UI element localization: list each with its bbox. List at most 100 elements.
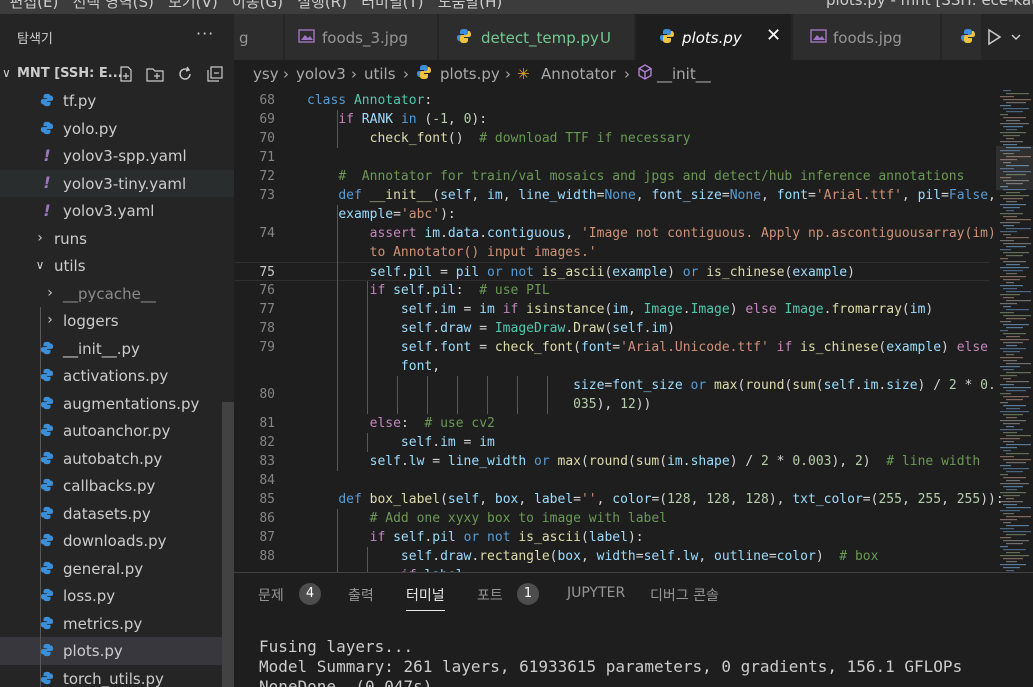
file-tree-item[interactable]: augmentations.py [0, 390, 234, 418]
line-number: 79 [259, 340, 275, 355]
breadcrumb-item[interactable]: __init__ [657, 65, 711, 83]
python-icon [39, 421, 55, 439]
file-tree-item[interactable]: downloads.py [0, 527, 234, 555]
line-number: 74 [259, 226, 275, 241]
close-icon[interactable]: ✕ [766, 25, 781, 46]
code-line: 74 assert im.data.contiguous, 'Image not… [234, 224, 995, 243]
line-number: 87 [259, 530, 275, 545]
code-editor[interactable]: 68 class Annotator: 69 if RANK in (-1, 0)… [234, 88, 1033, 572]
terminal-line: Model Summary: 261 layers, 61933615 para… [259, 657, 963, 676]
code-line: 77 self.im = im if isinstance(im, Image.… [234, 300, 990, 319]
tab-partial[interactable]: g [234, 14, 284, 60]
code-line: 71 [234, 148, 990, 167]
breadcrumb-item[interactable]: utils [364, 65, 396, 83]
code-text: if self.pil or not is_ascii(label): [369, 530, 644, 545]
class-icon: ✳ [517, 65, 530, 83]
file-tree-item[interactable]: activations.py [0, 362, 234, 390]
tab-detect-temp[interactable]: detect_temp.py U [439, 14, 635, 60]
file-tree-item[interactable]: datasets.py [0, 500, 234, 528]
python-icon [39, 91, 55, 109]
chevron-right-icon: › [351, 65, 357, 83]
line-number: 69 [259, 112, 275, 127]
code-text: if self.pil: # use PIL [369, 283, 550, 298]
new-file-icon[interactable] [116, 64, 136, 84]
tab-overflow[interactable] [942, 14, 982, 60]
file-tree-item[interactable]: ∨ utils [0, 252, 234, 280]
breadcrumb-item[interactable]: Annotator [541, 65, 616, 83]
sidebar-scrollbar[interactable] [222, 402, 234, 687]
python-icon [659, 28, 675, 48]
tab-debug-console[interactable]: 디버그 콘솔 [650, 585, 719, 605]
new-folder-icon[interactable] [145, 64, 165, 84]
ports-count-badge: 1 [517, 583, 539, 605]
file-tree-item[interactable]: __init__.py [0, 335, 234, 363]
line-number: 88 [259, 549, 275, 564]
code-line: 68 class Annotator: [234, 91, 990, 110]
file-tree-item[interactable]: plots.py [0, 637, 234, 665]
menu-bar: 편집(E) 선택 영역(S) 보기(V) 이동(G) 실행(R) 터미널(T) … [0, 0, 1033, 14]
file-tree-label: loss.py [63, 587, 116, 605]
tab-jupyter[interactable]: JUPYTER [567, 585, 625, 601]
chevron-right-icon: › [624, 65, 630, 83]
file-tree-item[interactable]: torch_utils.py [0, 665, 234, 687]
more-actions-icon[interactable]: ··· [196, 24, 214, 43]
line-number: 70 [259, 131, 275, 146]
line-number: 75 [259, 265, 275, 280]
file-tree-item[interactable]: › __pycache__ [0, 280, 234, 308]
code-text: class Annotator: [307, 93, 433, 108]
minimap[interactable] [996, 88, 1033, 572]
line-number: 83 [259, 454, 275, 469]
file-tree-item[interactable]: general.py [0, 555, 234, 583]
line-number: 76 [259, 283, 275, 298]
file-tree-item[interactable]: autoanchor.py [0, 417, 234, 445]
breadcrumb-item[interactable]: ysy [253, 65, 279, 83]
file-tree-item[interactable]: ! yolov3.yaml [0, 197, 234, 225]
breadcrumb-item[interactable]: yolov3 [296, 65, 346, 83]
workspace-section[interactable]: ∨ MNT [SSH: E... [0, 60, 234, 88]
workspace-name: MNT [SSH: E... [17, 66, 123, 81]
line-number: 81 [259, 416, 275, 431]
file-tree-item[interactable]: › loggers [0, 307, 234, 335]
menu-items[interactable]: 편집(E) 선택 영역(S) 보기(V) 이동(G) 실행(R) 터미널(T) … [0, 0, 503, 12]
file-tree-item[interactable]: yolo.py [0, 115, 234, 143]
file-tree-item[interactable]: ! yolov3-spp.yaml [0, 142, 234, 170]
file-tree-item[interactable]: callbacks.py [0, 472, 234, 500]
tab-foods[interactable]: foods.jpg [793, 14, 941, 60]
file-tree-label: metrics.py [63, 614, 143, 633]
file-tree-item[interactable]: autobatch.py [0, 445, 234, 473]
code-text: # Add one xyxy box to image with label [369, 511, 668, 526]
tab-ports[interactable]: 포트 [477, 585, 503, 605]
code-text: assert im.data.contiguous, 'Image not co… [369, 226, 996, 241]
tab-plots-py[interactable]: plots.py ✕ [636, 14, 792, 60]
collapse-all-icon[interactable] [205, 64, 225, 84]
code-line: 73 def __init__(self, im, line_width=Non… [234, 186, 996, 205]
file-tree-item[interactable]: loss.py [0, 582, 234, 610]
file-tree-item[interactable]: ! yolov3-tiny.yaml [0, 169, 234, 197]
code-text: # Annotator for train/val mosaics and jp… [338, 169, 965, 184]
tab-problems[interactable]: 문제 [258, 585, 284, 605]
python-icon [39, 449, 55, 467]
file-tree-item[interactable]: metrics.py [0, 610, 234, 638]
tab-terminal[interactable]: 터미널 [406, 585, 445, 611]
file-tree-label: augmentations.py [63, 394, 200, 413]
python-icon [39, 394, 55, 412]
chevron-down-icon: ∨ [35, 258, 45, 272]
terminal-line: Fusing layers... [259, 637, 414, 656]
file-tree-label: plots.py [63, 642, 123, 660]
window-title: plots.py - mnt [SSH: ece-kat [826, 0, 1033, 9]
file-tree-label: downloads.py [63, 532, 167, 550]
tab-label: detect_temp.py [481, 29, 599, 47]
problems-count-badge: 4 [299, 583, 321, 605]
breadcrumb-item[interactable]: plots.py [440, 65, 500, 83]
code-line: 69 if RANK in (-1, 0): [234, 110, 990, 129]
tab-foods-3[interactable]: foods_3.jpg [285, 14, 438, 60]
run-button[interactable] [982, 26, 1028, 48]
chevron-right-icon: › [283, 65, 289, 83]
file-tree-item[interactable]: tf.py [0, 87, 234, 115]
python-icon [39, 366, 55, 384]
file-tree-item[interactable]: › runs [0, 225, 234, 253]
refresh-icon[interactable] [175, 64, 195, 84]
code-text: font, [400, 359, 441, 374]
tab-output[interactable]: 출력 [348, 585, 374, 605]
code-text: self.im = im [400, 435, 495, 450]
